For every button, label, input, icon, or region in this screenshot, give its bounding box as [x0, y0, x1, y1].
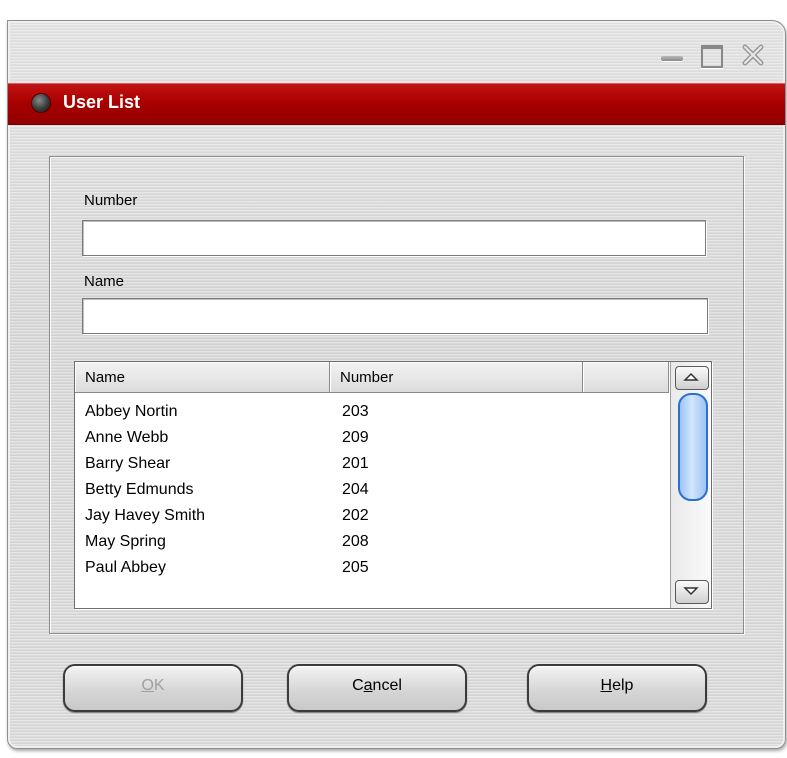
column-header-name[interactable]: Name [75, 362, 330, 393]
name-label: Name [84, 273, 125, 290]
vertical-scrollbar[interactable] [670, 362, 711, 608]
user-list-table[interactable]: Name Number Abbey Nortin 203 Anne Webb 2… [74, 361, 712, 609]
cancel-label-pre: C [352, 677, 364, 694]
help-label-post: elp [612, 677, 634, 694]
table-row[interactable]: Abbey Nortin 203 [75, 399, 669, 425]
list-header: Name Number [75, 362, 669, 394]
cancel-button[interactable]: Cancel [287, 664, 467, 712]
window-controls [659, 43, 765, 68]
close-icon[interactable] [739, 43, 765, 67]
ok-label-post: K [153, 677, 165, 694]
help-button[interactable]: Help [527, 664, 707, 712]
table-row[interactable]: May Spring 208 [75, 529, 669, 555]
cancel-label-post: ncel [372, 677, 402, 694]
row-number: 209 [342, 429, 369, 446]
table-row[interactable]: Betty Edmunds 204 [75, 477, 669, 503]
row-name: Jay Havey Smith [85, 507, 206, 524]
table-row[interactable]: Paul Abbey 205 [75, 555, 669, 581]
row-number: 202 [342, 507, 369, 524]
row-name: May Spring [85, 533, 166, 550]
row-number: 201 [342, 455, 369, 472]
chevron-down-icon [683, 587, 699, 596]
row-name: Barry Shear [85, 455, 171, 472]
column-header-number[interactable]: Number [330, 362, 583, 393]
row-number: 205 [342, 559, 369, 576]
chevron-up-icon [683, 372, 699, 381]
title-bar: User List [8, 83, 785, 125]
table-row[interactable]: Barry Shear 201 [75, 451, 669, 477]
column-header-extra[interactable] [583, 362, 669, 393]
ok-accelerator: O [141, 677, 154, 694]
scroll-thumb[interactable] [678, 393, 708, 501]
scroll-up-button[interactable] [675, 366, 709, 390]
row-number: 204 [342, 481, 369, 498]
cancel-accelerator: a [363, 677, 373, 694]
row-name: Betty Edmunds [85, 481, 194, 498]
ok-button[interactable]: OK [63, 664, 243, 712]
number-field[interactable] [82, 220, 706, 256]
maximize-icon[interactable] [699, 43, 725, 68]
row-name: Abbey Nortin [85, 403, 178, 420]
window-title: User List [63, 92, 141, 112]
user-list-window: User List Number Name Name Number Abbey … [7, 20, 786, 749]
minimize-icon[interactable] [659, 43, 685, 67]
row-number: 208 [342, 533, 369, 550]
row-number: 203 [342, 403, 369, 420]
name-field[interactable] [82, 298, 708, 334]
row-name: Anne Webb [85, 429, 169, 446]
list-rows: Abbey Nortin 203 Anne Webb 209 Barry She… [75, 399, 669, 581]
table-row[interactable]: Jay Havey Smith 202 [75, 503, 669, 529]
help-accelerator: H [600, 677, 613, 694]
number-label: Number [84, 192, 138, 209]
window-status-dot-icon [32, 94, 50, 112]
row-name: Paul Abbey [85, 559, 166, 576]
scroll-down-button[interactable] [675, 580, 709, 604]
table-row[interactable]: Anne Webb 209 [75, 425, 669, 451]
